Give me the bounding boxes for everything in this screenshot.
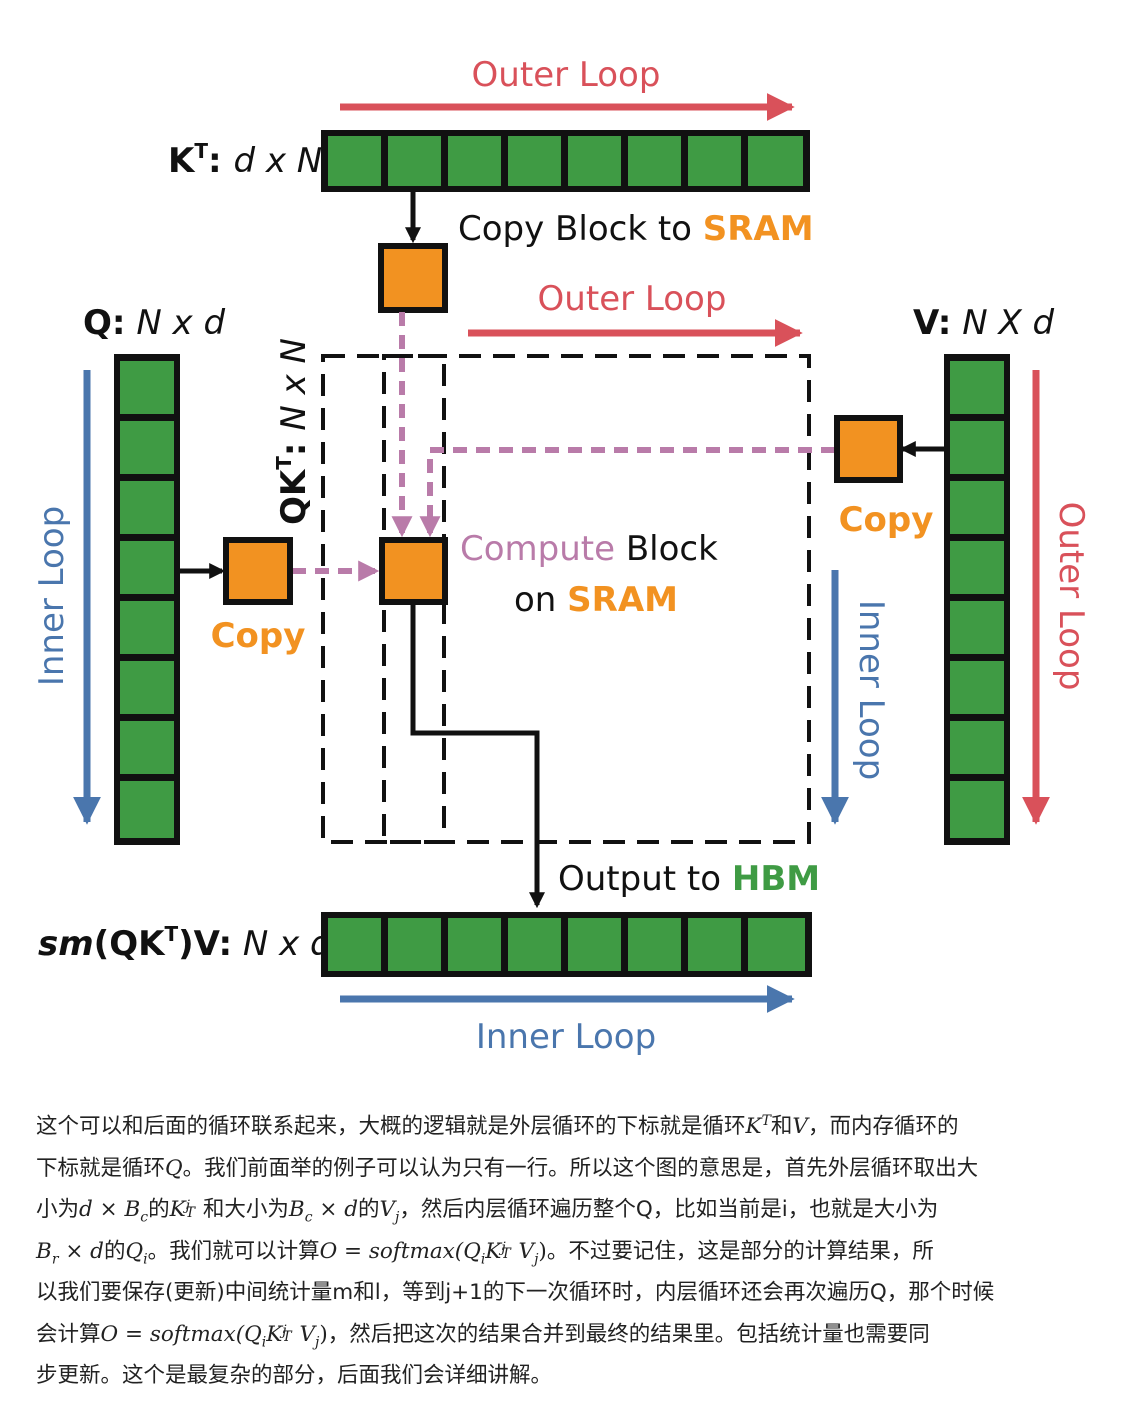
kt-block-row — [321, 130, 810, 192]
paragraph-line-1: 这个可以和后面的循环联系起来，大概的逻辑就是外层循环的下标就是循环KT和V，而内… — [36, 1112, 959, 1139]
copy-block-label: Copy Block to SRAM — [458, 209, 814, 249]
right-outer-loop-label: Outer Loop — [1051, 502, 1091, 691]
q-sram-block — [223, 537, 293, 605]
q-label: Q: N x d — [83, 303, 225, 343]
output-block-row — [321, 912, 812, 977]
flash-attention-diagram: Outer Loop KT: d x N Copy Block to SRAM … — [32, 55, 1091, 1057]
left-inner-loop-label: Inner Loop — [32, 506, 72, 686]
v-copy-label: Copy — [839, 500, 934, 540]
kt-sram-block — [378, 243, 448, 313]
v-block-column — [944, 354, 1010, 845]
explanation-paragraph: 这个可以和后面的循环联系起来，大概的逻辑就是外层循环的下标就是循环KT和V，而内… — [36, 1106, 1106, 1397]
output-row-label: sm(QKT)V: N x d — [38, 922, 332, 964]
compute-block-label: Compute Block — [460, 529, 718, 569]
qkt-label: QKT: N x N — [272, 338, 314, 525]
output-path-arrow — [410, 602, 546, 909]
paragraph-line-2: 下标就是循环Q。我们前面举的例子可以认为只有一行。所以这个图的意思是，首先外层循… — [36, 1155, 979, 1181]
paragraph-line-6: 会计算O = softmax(QiK Tj Vj)，然后把这次的结果合并到最终的结果… — [36, 1321, 930, 1350]
compute-sram-block — [379, 537, 448, 605]
mid-outer-loop-label: Outer Loop — [538, 279, 727, 319]
output-label: Output to HBM — [558, 859, 820, 899]
paragraph-line-3: 小为d × Bc的K Tj 和大小为Bc × d的Vj，然后内层循环遍历整个Q，比如… — [36, 1197, 939, 1226]
v-label: V: N X d — [913, 303, 1055, 343]
paragraph-line-7: 步更新。这个是最复杂的部分，后面我们会详细讲解。 — [36, 1363, 553, 1388]
kt-label: KT: d x N — [168, 139, 322, 181]
v-sram-block — [834, 415, 903, 483]
top-outer-loop-label: Outer Loop — [472, 55, 661, 95]
q-copy-label: Copy — [211, 616, 306, 656]
paragraph-line-4: Br × d的Qi。我们就可以计算O = softmax(QiK Tj Vj)。不过… — [36, 1238, 934, 1267]
paragraph-line-5: 以我们要保存(更新)中间统计量m和l，等到j+1的下一次循环时，内层循环还会再次… — [36, 1280, 995, 1305]
v-to-compute-dashed-arrow — [419, 447, 835, 538]
q-block-column — [114, 354, 180, 845]
bottom-inner-loop-label: Inner Loop — [476, 1017, 656, 1057]
compute-on-sram-label: on SRAM — [514, 580, 678, 620]
right-inner-loop-label: Inner Loop — [851, 600, 891, 780]
